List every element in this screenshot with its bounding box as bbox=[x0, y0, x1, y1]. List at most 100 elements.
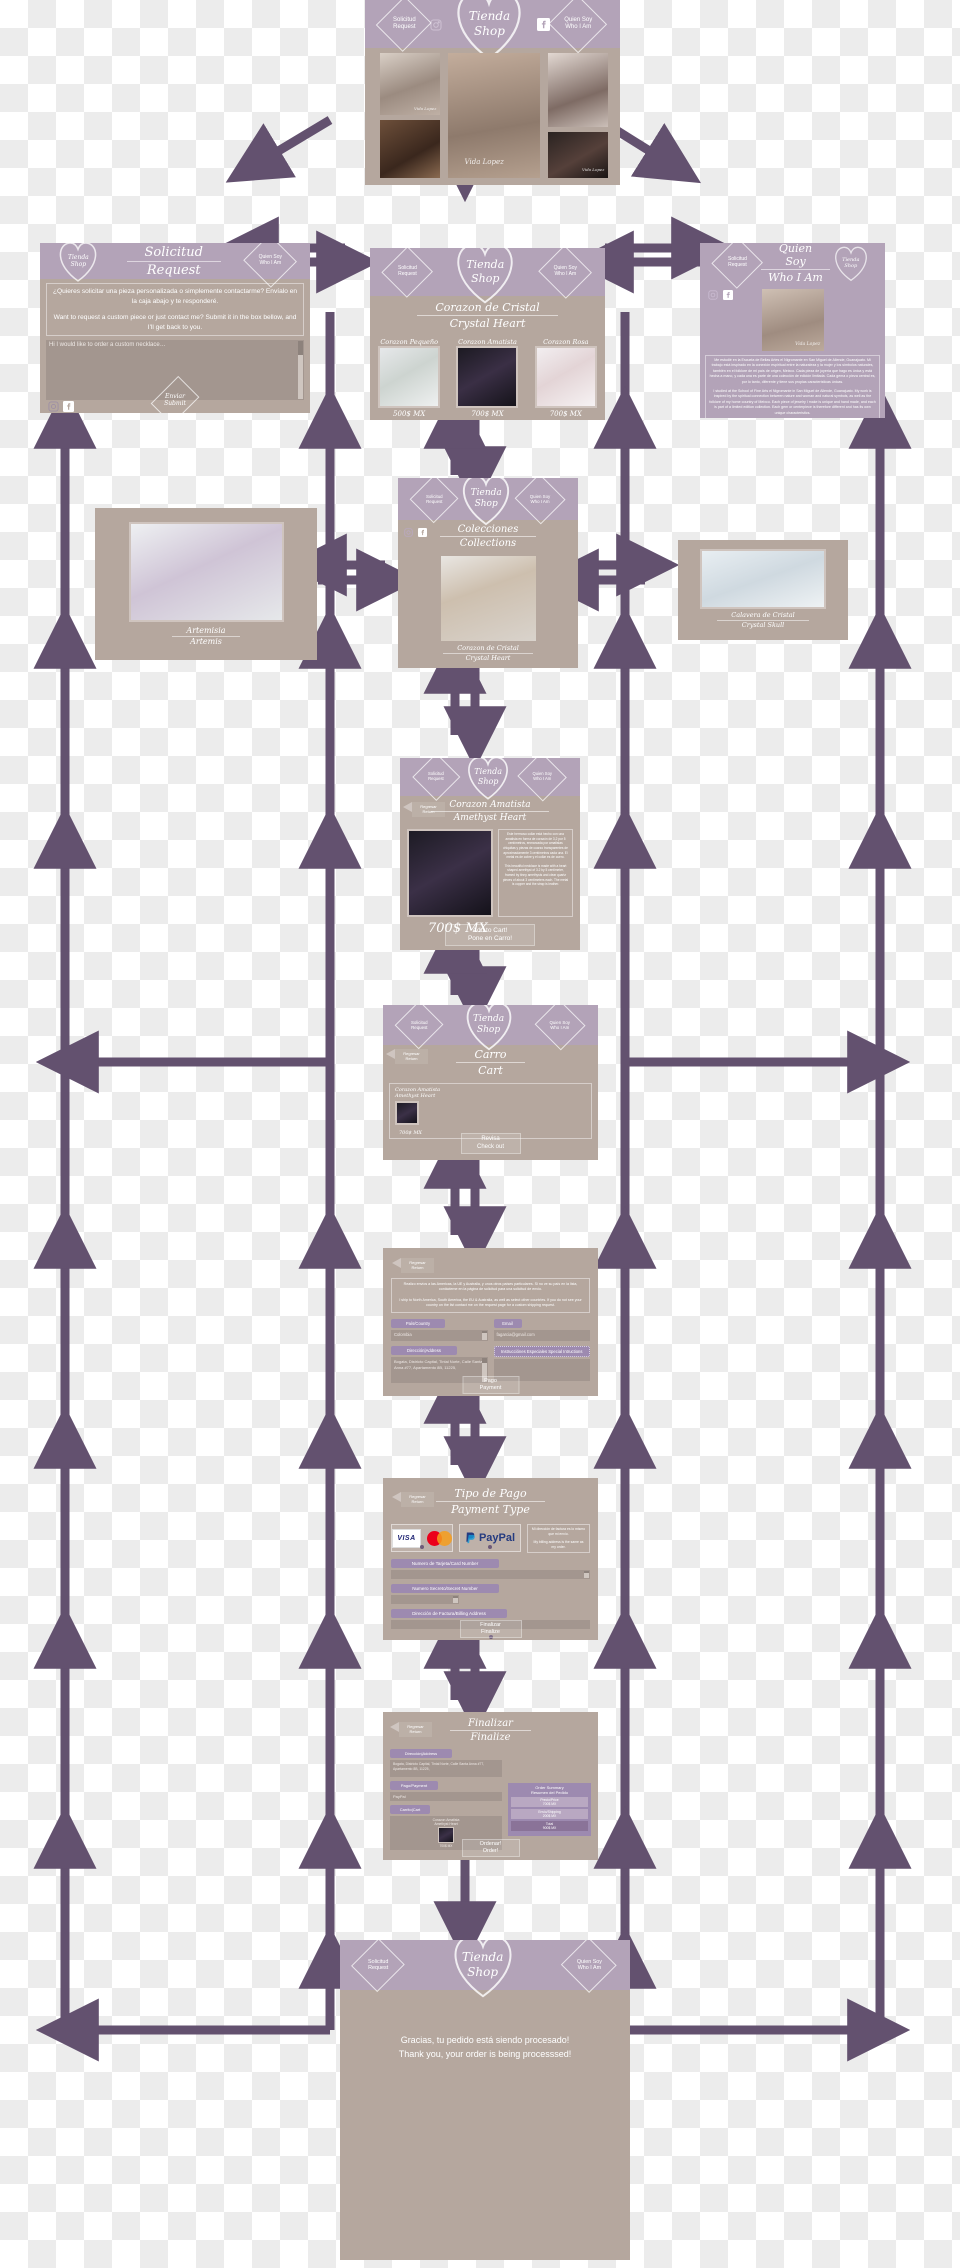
request-submit-button[interactable]: Enviar Submit bbox=[154, 388, 196, 412]
payment-next-button[interactable]: Pago Payment bbox=[462, 1376, 519, 1394]
nav-request-link[interactable]: Solicitud Request bbox=[397, 1014, 442, 1036]
product-card[interactable]: Corazon Pequeño 500$ MX bbox=[378, 338, 441, 418]
shop-logo-link[interactable]: Tienda Shop bbox=[830, 246, 871, 282]
cart-item-image[interactable] bbox=[395, 1101, 419, 1125]
product-image[interactable] bbox=[534, 346, 597, 408]
checkout-button[interactable]: Revisa Check out bbox=[460, 1133, 521, 1154]
facebook-icon[interactable] bbox=[418, 524, 429, 537]
nav-about-en: Who I Am bbox=[533, 776, 552, 781]
add-to-cart-button[interactable]: Add to Cart! Pone en Carro! bbox=[445, 923, 535, 946]
shop-logo-link[interactable]: Tienda Shop bbox=[449, 0, 531, 61]
page-home[interactable]: Solicitud Request Tienda Shop Quien Soy bbox=[365, 0, 620, 185]
payment-method-card[interactable]: VISA bbox=[391, 1524, 453, 1552]
back-button[interactable]: Regresar Return bbox=[392, 1492, 434, 1507]
nav-about-es: Quien Soy bbox=[564, 17, 593, 24]
product-image[interactable] bbox=[456, 346, 519, 408]
home-photo-3[interactable] bbox=[548, 53, 608, 127]
product-desc-en: This beautiful necklace is made with a h… bbox=[502, 863, 569, 887]
artemis-image[interactable] bbox=[128, 522, 284, 622]
nav-request-link[interactable]: Solicitud Request bbox=[379, 11, 430, 37]
back-en: Return bbox=[411, 1264, 424, 1270]
collections-nav: Solicitud Request Tienda Shop Quien Soy … bbox=[398, 478, 578, 526]
page-crystal-heart[interactable]: Solicitud Request Tienda Shop Quien Soy … bbox=[370, 248, 605, 420]
nav-request-en: Request bbox=[398, 271, 417, 277]
product-card[interactable]: Corazon Rosa 700$ MX bbox=[534, 338, 597, 418]
product-image[interactable] bbox=[378, 346, 441, 408]
nav-request-link[interactable]: Solicitud Request bbox=[354, 1953, 402, 1977]
page-confirmation[interactable]: Solicitud Request Tienda Shop Quien Soy … bbox=[340, 1940, 630, 2260]
billing-same-note[interactable]: Mi dirección de factura es lo mismo que … bbox=[488, 1524, 590, 1639]
page-finalize[interactable]: Regresar Return Finalizar Finalize Direc… bbox=[383, 1712, 598, 1860]
facebook-icon[interactable] bbox=[63, 399, 74, 412]
payment-title-es: Tipo de Pago bbox=[436, 1487, 545, 1502]
country-select[interactable]: Colombia bbox=[391, 1329, 488, 1341]
shop-logo-link[interactable]: Tienda Shop bbox=[459, 1005, 518, 1051]
about-nav: Solicitud Request Quien Soy Who I Am Tie… bbox=[700, 243, 885, 284]
page-shipping[interactable]: Regresar Return Realizo envíos a las Ame… bbox=[383, 1248, 598, 1396]
page-collections[interactable]: Solicitud Request Tienda Shop Quien Soy … bbox=[398, 478, 578, 668]
input-scrollbar[interactable] bbox=[453, 1596, 458, 1604]
back-button[interactable]: Regresar Return bbox=[390, 1722, 432, 1737]
nav-about-link[interactable]: Quien Soy Who I Am bbox=[518, 766, 566, 788]
email-input[interactable]: fagarcia@gmail.com bbox=[493, 1329, 590, 1341]
shop-logo-link[interactable]: Tienda Shop bbox=[462, 758, 514, 800]
nav-about-link[interactable]: Quien Soy Who I Am bbox=[245, 249, 296, 273]
page-request[interactable]: Tienda Shop Solicitud Request Quien Soy … bbox=[40, 243, 310, 413]
radio-dot[interactable] bbox=[420, 1545, 424, 1549]
skull-image[interactable] bbox=[700, 549, 826, 609]
page-about[interactable]: Solicitud Request Quien Soy Who I Am Tie… bbox=[700, 243, 885, 418]
secret-number-input[interactable] bbox=[391, 1595, 459, 1605]
collection-artemis[interactable]: Artemisia Artemis bbox=[95, 508, 317, 660]
radio-dot[interactable] bbox=[488, 1545, 492, 1549]
brand-en: Shop bbox=[476, 1025, 501, 1035]
product-image[interactable] bbox=[407, 829, 493, 917]
select-arrow[interactable] bbox=[481, 1330, 487, 1340]
request-title-en: Request bbox=[146, 262, 201, 278]
nav-request-link[interactable]: Solicitud Request bbox=[714, 251, 761, 275]
card-number-input[interactable] bbox=[391, 1570, 590, 1580]
shop-logo-link[interactable]: Tienda Shop bbox=[444, 1940, 522, 1998]
nav-about-link[interactable]: Quien Soy Who I Am bbox=[540, 260, 591, 284]
shop-logo-link[interactable]: Tienda Shop bbox=[448, 248, 522, 304]
collection-skull[interactable]: Calavera de Cristal Crystal Skull bbox=[678, 540, 848, 640]
nav-about-link[interactable]: Quien Soy Who I Am bbox=[516, 488, 565, 510]
finalize-next-button[interactable]: Finalizar Finalize bbox=[459, 1620, 522, 1638]
back-en: Return bbox=[409, 1728, 422, 1734]
page-payment[interactable]: Regresar Return Tipo de Pago Payment Typ… bbox=[383, 1478, 598, 1640]
page-cart[interactable]: Solicitud Request Tienda Shop Quien Soy … bbox=[383, 1005, 598, 1160]
home-photo-1[interactable]: Vida Lopez bbox=[380, 53, 440, 115]
nav-request-link[interactable]: Solicitud Request bbox=[384, 260, 431, 284]
shipping-notice: Realizo envíos a las Americas, la UE y A… bbox=[391, 1278, 590, 1313]
input-scrollbar[interactable] bbox=[584, 1571, 589, 1579]
nav-about-en: Who I Am bbox=[530, 499, 550, 504]
collection-image[interactable] bbox=[440, 556, 536, 641]
product-card[interactable]: Corazon Amatista 700$ MX bbox=[456, 338, 519, 418]
home-photo-4[interactable]: Vida Lopez bbox=[548, 132, 608, 178]
product-name: Corazon Amatista bbox=[458, 338, 517, 346]
back-button[interactable]: Regresar Return bbox=[403, 802, 445, 817]
instagram-icon[interactable] bbox=[708, 287, 719, 300]
nav-about-link[interactable]: Quien Soy Who I Am bbox=[563, 1953, 616, 1977]
back-button[interactable]: Regresar Return bbox=[392, 1258, 434, 1273]
nav-about-link[interactable]: Quien Soy Who I Am bbox=[535, 1014, 584, 1036]
back-button[interactable]: Regresar Return bbox=[386, 1049, 428, 1064]
home-photo-2[interactable] bbox=[380, 120, 440, 178]
request-title-es: Solicitud bbox=[126, 245, 221, 262]
page-product-detail[interactable]: Solicitud Request Tienda Shop Quien Soy … bbox=[400, 758, 580, 950]
shop-logo-link[interactable]: Tienda Shop bbox=[54, 243, 103, 282]
home-photo-center[interactable]: Vida Lopez bbox=[448, 53, 540, 178]
brand-es: Tienda bbox=[468, 9, 511, 23]
instagram-icon[interactable] bbox=[404, 524, 415, 537]
nav-request-en: Request bbox=[728, 262, 747, 268]
textarea-scrollbar[interactable] bbox=[298, 341, 303, 400]
request-body-en: Want to request a custom piece or just c… bbox=[53, 314, 297, 331]
instagram-icon[interactable] bbox=[430, 18, 442, 31]
instagram-icon[interactable] bbox=[48, 399, 59, 412]
facebook-icon[interactable] bbox=[723, 287, 734, 300]
payment-method-paypal[interactable]: PayPal bbox=[459, 1524, 521, 1552]
shop-logo-link[interactable]: Tienda Shop bbox=[457, 478, 516, 526]
place-order-button[interactable]: Ordenar! Order! bbox=[461, 1839, 520, 1857]
country-value: Colombia bbox=[394, 1331, 412, 1337]
nav-about-link[interactable]: Quien Soy Who I Am bbox=[550, 11, 606, 37]
finalize-payment-value: PayPal bbox=[390, 1792, 503, 1801]
